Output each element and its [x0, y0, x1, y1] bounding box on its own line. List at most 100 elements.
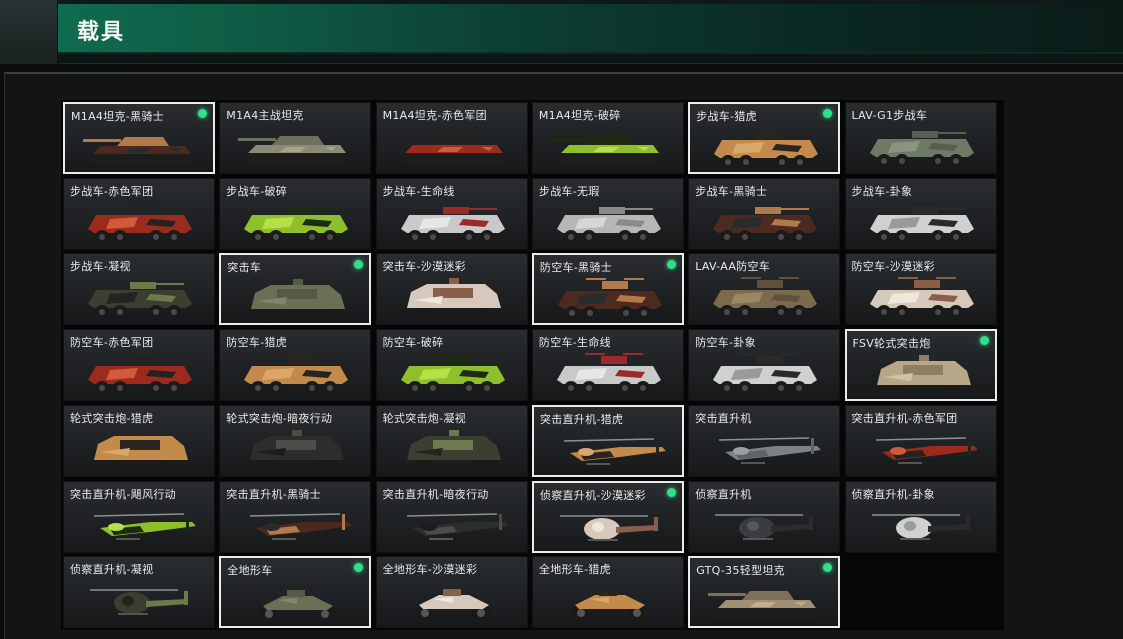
vehicle-card[interactable]: LAV-G1步战车 [844, 102, 997, 174]
vehicle-name: 侦察直升机-凝视 [70, 563, 154, 577]
vehicle-card[interactable]: 步战车-无瑕 [531, 177, 684, 250]
vehicle-card[interactable]: 防空车-生命线 [531, 329, 684, 402]
vehicle-card[interactable]: 防空车-破碎 [375, 329, 528, 402]
vehicle-ifv-icon [88, 282, 192, 320]
vehicle-card[interactable]: 侦察直升机 [688, 480, 841, 553]
vehicle-ifv-icon [88, 206, 192, 244]
vehicle-aa-icon [713, 277, 818, 320]
vehicle-aa-icon [557, 278, 662, 321]
vehicle-name: 轮式突击炮-凝视 [382, 411, 466, 425]
vehicle-scout-icon [871, 513, 970, 540]
vehicle-name: 侦察直升机-卦象 [851, 487, 935, 501]
vehicle-name: 侦察直升机-沙漠迷彩 [539, 488, 646, 502]
vehicle-heli-icon [563, 438, 666, 465]
vehicle-ifv-icon [244, 206, 349, 244]
vehicle-aa-icon [244, 353, 349, 396]
vehicle-card[interactable]: 步战车-破碎 [219, 177, 372, 250]
vehicle-name: M1A4坦克-破碎 [538, 109, 621, 122]
vehicle-mrap-icon [250, 429, 345, 472]
vehicle-name: 步战车-破碎 [226, 184, 288, 198]
vehicle-name: 步战车-卦象 [851, 184, 913, 198]
vehicle-heli-icon [93, 512, 196, 540]
vehicle-card[interactable]: M1A4坦克-破碎 [531, 102, 684, 174]
vehicle-name: 防空车-赤色军团 [70, 336, 154, 350]
vehicle-tank-icon [550, 136, 659, 165]
vehicle-name: 防空车-生命线 [538, 336, 611, 350]
vehicle-card[interactable]: 突击直升机-飓风行动 [63, 480, 215, 553]
vehicle-atv-icon [259, 590, 336, 625]
vehicle-tank-icon [708, 591, 817, 621]
vehicle-card[interactable]: 防空车-卦象 [688, 329, 841, 402]
vehicle-card[interactable]: 步战车-凝视 [63, 253, 215, 326]
vehicle-card[interactable]: 全地形车 [219, 556, 372, 629]
vehicle-tank-icon [83, 137, 191, 166]
vehicle-card[interactable]: 防空车-赤色军团 [63, 329, 215, 402]
vehicle-name: 步战车-黑骑士 [695, 184, 768, 198]
vehicle-ifv-icon [714, 132, 819, 169]
vehicle-card[interactable]: 全地形车-猎虎 [531, 556, 684, 629]
vehicle-ifv-icon [869, 206, 974, 244]
vehicle-name: 突击直升机 [695, 411, 752, 425]
vehicle-card[interactable]: LAV-AA防空车 [688, 253, 841, 326]
vehicle-card[interactable]: 突击车-沙漠迷彩 [375, 253, 528, 326]
vehicle-card[interactable]: 突击直升机-暗夜行动 [375, 480, 528, 553]
vehicle-name: 突击直升机-猎虎 [539, 412, 624, 426]
vehicle-card[interactable]: M1A4坦克-赤色军团 [375, 102, 528, 174]
equipped-indicator-icon [979, 336, 989, 346]
vehicle-atv-icon [570, 589, 647, 624]
vehicle-card[interactable]: 突击直升机-黑骑士 [219, 480, 372, 553]
vehicle-name: 防空车-猎虎 [226, 336, 288, 350]
vehicle-ifv-icon [713, 206, 818, 244]
vehicle-aa-icon [400, 353, 505, 396]
vehicle-name: 突击直升机-暗夜行动 [382, 487, 489, 501]
vehicle-name: 轮式突击炮-猎虎 [70, 411, 154, 425]
vehicle-heli-icon [875, 437, 978, 464]
vehicle-card[interactable]: 侦察直升机-凝视 [63, 556, 215, 629]
vehicle-card[interactable]: 步战车-赤色军团 [63, 177, 215, 250]
vehicle-card[interactable]: 轮式突击炮-猎虎 [63, 404, 215, 477]
vehicle-mrap-icon [876, 355, 971, 398]
vehicle-card[interactable]: 突击车 [219, 253, 372, 326]
vehicle-card[interactable]: 防空车-沙漠迷彩 [844, 253, 997, 326]
vehicle-card[interactable]: 防空车-猎虎 [219, 329, 372, 402]
vehicle-ifv-icon [400, 206, 505, 244]
vehicle-name: 全地形车 [227, 564, 273, 578]
vehicle-heli-icon [719, 437, 822, 464]
vehicle-card[interactable]: 轮式突击炮-暗夜行动 [219, 404, 372, 477]
vehicle-card[interactable]: FSV轮式突击炮 [844, 329, 997, 402]
vehicle-card[interactable]: M1A4主战坦克 [219, 102, 372, 174]
vehicle-aa-icon [556, 353, 661, 396]
vehicle-mrap-icon [94, 429, 188, 472]
vehicle-name: 全地形车-沙漠迷彩 [382, 563, 478, 577]
vehicle-name: 步战车-生命线 [382, 184, 455, 198]
vehicle-scout-icon [90, 589, 188, 616]
equipped-indicator-icon [198, 109, 207, 118]
vehicle-card[interactable]: 侦察直升机-沙漠迷彩 [531, 480, 684, 553]
vehicle-card[interactable]: 突击直升机-赤色军团 [844, 404, 997, 477]
vehicle-heli-icon [406, 512, 509, 540]
vehicle-scout-icon [559, 514, 658, 541]
vehicle-name: 突击直升机-赤色军团 [851, 411, 958, 425]
vehicle-heli-icon [250, 512, 353, 540]
vehicle-name: 防空车-沙漠迷彩 [851, 260, 935, 274]
vehicle-card[interactable]: 突击直升机 [688, 404, 841, 477]
vehicle-name: 突击车 [227, 261, 262, 275]
vehicle-name: 突击直升机-黑骑士 [226, 487, 321, 501]
vehicle-name: M1A4坦克-黑骑士 [71, 110, 164, 123]
vehicle-card[interactable]: GTQ-35轻型坦克 [688, 556, 841, 629]
vehicle-name: 突击直升机-飓风行动 [70, 487, 176, 501]
vehicle-card[interactable]: 防空车-黑骑士 [531, 253, 684, 326]
vehicle-card[interactable]: M1A4坦克-黑骑士 [63, 102, 215, 174]
vehicle-name: GTQ-35轻型坦克 [696, 564, 785, 578]
vehicle-card[interactable]: 步战车-卦象 [844, 177, 997, 250]
menu-block-icon[interactable] [0, 0, 58, 64]
vehicle-card[interactable]: 步战车-生命线 [375, 177, 528, 250]
top-bar: 载具 [0, 0, 1123, 64]
vehicle-card[interactable]: 全地形车-沙漠迷彩 [375, 556, 528, 629]
vehicle-card[interactable]: 步战车-猎虎 [688, 102, 841, 174]
vehicle-card[interactable]: 轮式突击炮-凝视 [375, 404, 528, 477]
vehicle-card[interactable]: 步战车-黑骑士 [688, 177, 841, 250]
vehicle-tank-icon [238, 136, 347, 165]
vehicle-card[interactable]: 侦察直升机-卦象 [844, 480, 997, 553]
vehicle-card[interactable]: 突击直升机-猎虎 [531, 404, 684, 477]
